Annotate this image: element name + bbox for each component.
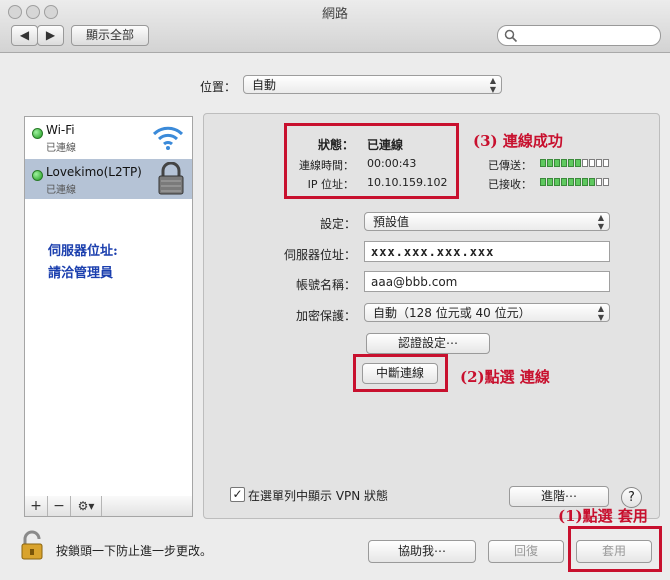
meter-segment — [589, 178, 595, 186]
status-highlight-box — [284, 123, 459, 199]
service-status: 已連線 — [46, 143, 76, 154]
service-status: 已連線 — [46, 185, 76, 196]
meter-segment — [561, 159, 567, 167]
show-vpn-label: 在選單列中顯示 VPN 狀態 — [248, 489, 389, 503]
title-bar: 網路 ◀ ▶ 顯示全部 — [0, 0, 670, 53]
popup-arrows-icon: ▲ ▼ — [489, 76, 496, 94]
account-name-field[interactable]: aaa@bbb.com — [364, 271, 610, 292]
status-green-icon — [32, 170, 43, 181]
popup-arrows-icon: ▲ ▼ — [597, 213, 604, 231]
checkmark-icon: ✓ — [232, 487, 243, 501]
meter-segment — [582, 178, 588, 186]
meter-segment — [603, 178, 609, 186]
disconnect-highlight-box — [353, 354, 448, 392]
note-line-1: 伺服器位址: — [48, 244, 118, 259]
meter-segment — [596, 178, 602, 186]
sent-label: 已傳送： — [488, 159, 532, 172]
meter-segment — [547, 159, 553, 167]
back-button[interactable]: ◀ — [11, 25, 38, 46]
window-title: 網路 — [321, 7, 348, 22]
meter-segment — [554, 159, 560, 167]
wifi-icon — [152, 126, 184, 150]
config-value: 預設值 — [373, 215, 410, 229]
meter-segment — [540, 178, 546, 186]
meter-segment — [561, 178, 567, 186]
gear-menu-button[interactable]: ⚙▾ — [71, 496, 102, 516]
remove-service-button[interactable]: − — [48, 496, 71, 516]
assist-button[interactable]: 協助我⋯ — [368, 540, 476, 563]
meter-segment — [547, 178, 553, 186]
add-service-button[interactable]: + — [25, 496, 48, 516]
search-input[interactable] — [497, 25, 661, 46]
show-all-button[interactable]: 顯示全部 — [71, 25, 149, 46]
location-label: 位置： — [199, 80, 236, 94]
chevron-right-icon: ▶ — [45, 28, 56, 42]
account-label: 帳號名稱： — [295, 278, 356, 292]
lock-icon[interactable] — [20, 530, 46, 560]
meter-segment — [554, 178, 560, 186]
search-icon — [504, 29, 518, 43]
config-popup[interactable]: 預設值 ▲ ▼ — [364, 212, 610, 231]
lock-hint-text: 按鎖頭一下防止進一步更改。 — [56, 544, 213, 558]
annotation-step1: (1)點選 套用 — [558, 507, 648, 525]
apply-highlight-box — [568, 526, 662, 572]
service-item-vpn[interactable]: Lovekimo(L2TP) 已連線 — [25, 159, 192, 199]
service-name: Lovekimo(L2TP) — [46, 165, 142, 179]
advanced-button[interactable]: 進階⋯ — [509, 486, 609, 507]
encryption-popup[interactable]: 自動（128 位元或 40 位元） ▲ ▼ — [364, 303, 610, 322]
service-item-wifi[interactable]: Wi-Fi 已連線 — [25, 117, 192, 157]
location-value: 自動 — [252, 78, 277, 92]
annotation-step3: (3) 連線成功 — [473, 132, 563, 150]
vpn-lock-icon — [158, 162, 184, 195]
service-toolbar: + − ⚙▾ — [24, 496, 193, 517]
location-popup[interactable]: 自動 ▲ ▼ — [243, 75, 502, 94]
revert-button[interactable]: 回復 — [488, 540, 564, 563]
note-line-2: 請洽管理員 — [48, 266, 114, 281]
meter-segment — [540, 159, 546, 167]
meter-segment — [575, 159, 581, 167]
meter-segment — [582, 159, 588, 167]
server-label: 伺服器位址： — [283, 248, 356, 262]
meter-segment — [589, 159, 595, 167]
meter-segment — [568, 178, 574, 186]
server-address-field[interactable]: xxx.xxx.xxx.xxx — [364, 241, 610, 262]
annotation-step2: (2)點選 連線 — [460, 368, 550, 386]
received-meter — [540, 178, 610, 186]
service-name: Wi-Fi — [46, 123, 75, 137]
status-green-icon — [32, 128, 43, 139]
encryption-label: 加密保護： — [295, 309, 356, 323]
received-label: 已接收： — [488, 178, 532, 191]
meter-segment — [575, 178, 581, 186]
encryption-value: 自動（128 位元或 40 位元） — [373, 306, 531, 320]
sent-meter — [540, 159, 610, 167]
meter-segment — [596, 159, 602, 167]
meter-segment — [568, 159, 574, 167]
popup-arrows-icon: ▲ ▼ — [597, 304, 604, 322]
meter-segment — [603, 159, 609, 167]
show-vpn-checkbox[interactable]: ✓ — [230, 487, 245, 502]
chevron-left-icon: ◀ — [19, 28, 30, 42]
server-address-note: 伺服器位址: 請洽管理員 — [48, 241, 118, 285]
service-list: Wi-Fi 已連線 Lovekimo(L2TP) 已連線 — [24, 116, 193, 498]
auth-settings-button[interactable]: 認證設定⋯ — [366, 333, 490, 354]
forward-button[interactable]: ▶ — [37, 25, 64, 46]
config-label: 設定： — [319, 217, 356, 231]
